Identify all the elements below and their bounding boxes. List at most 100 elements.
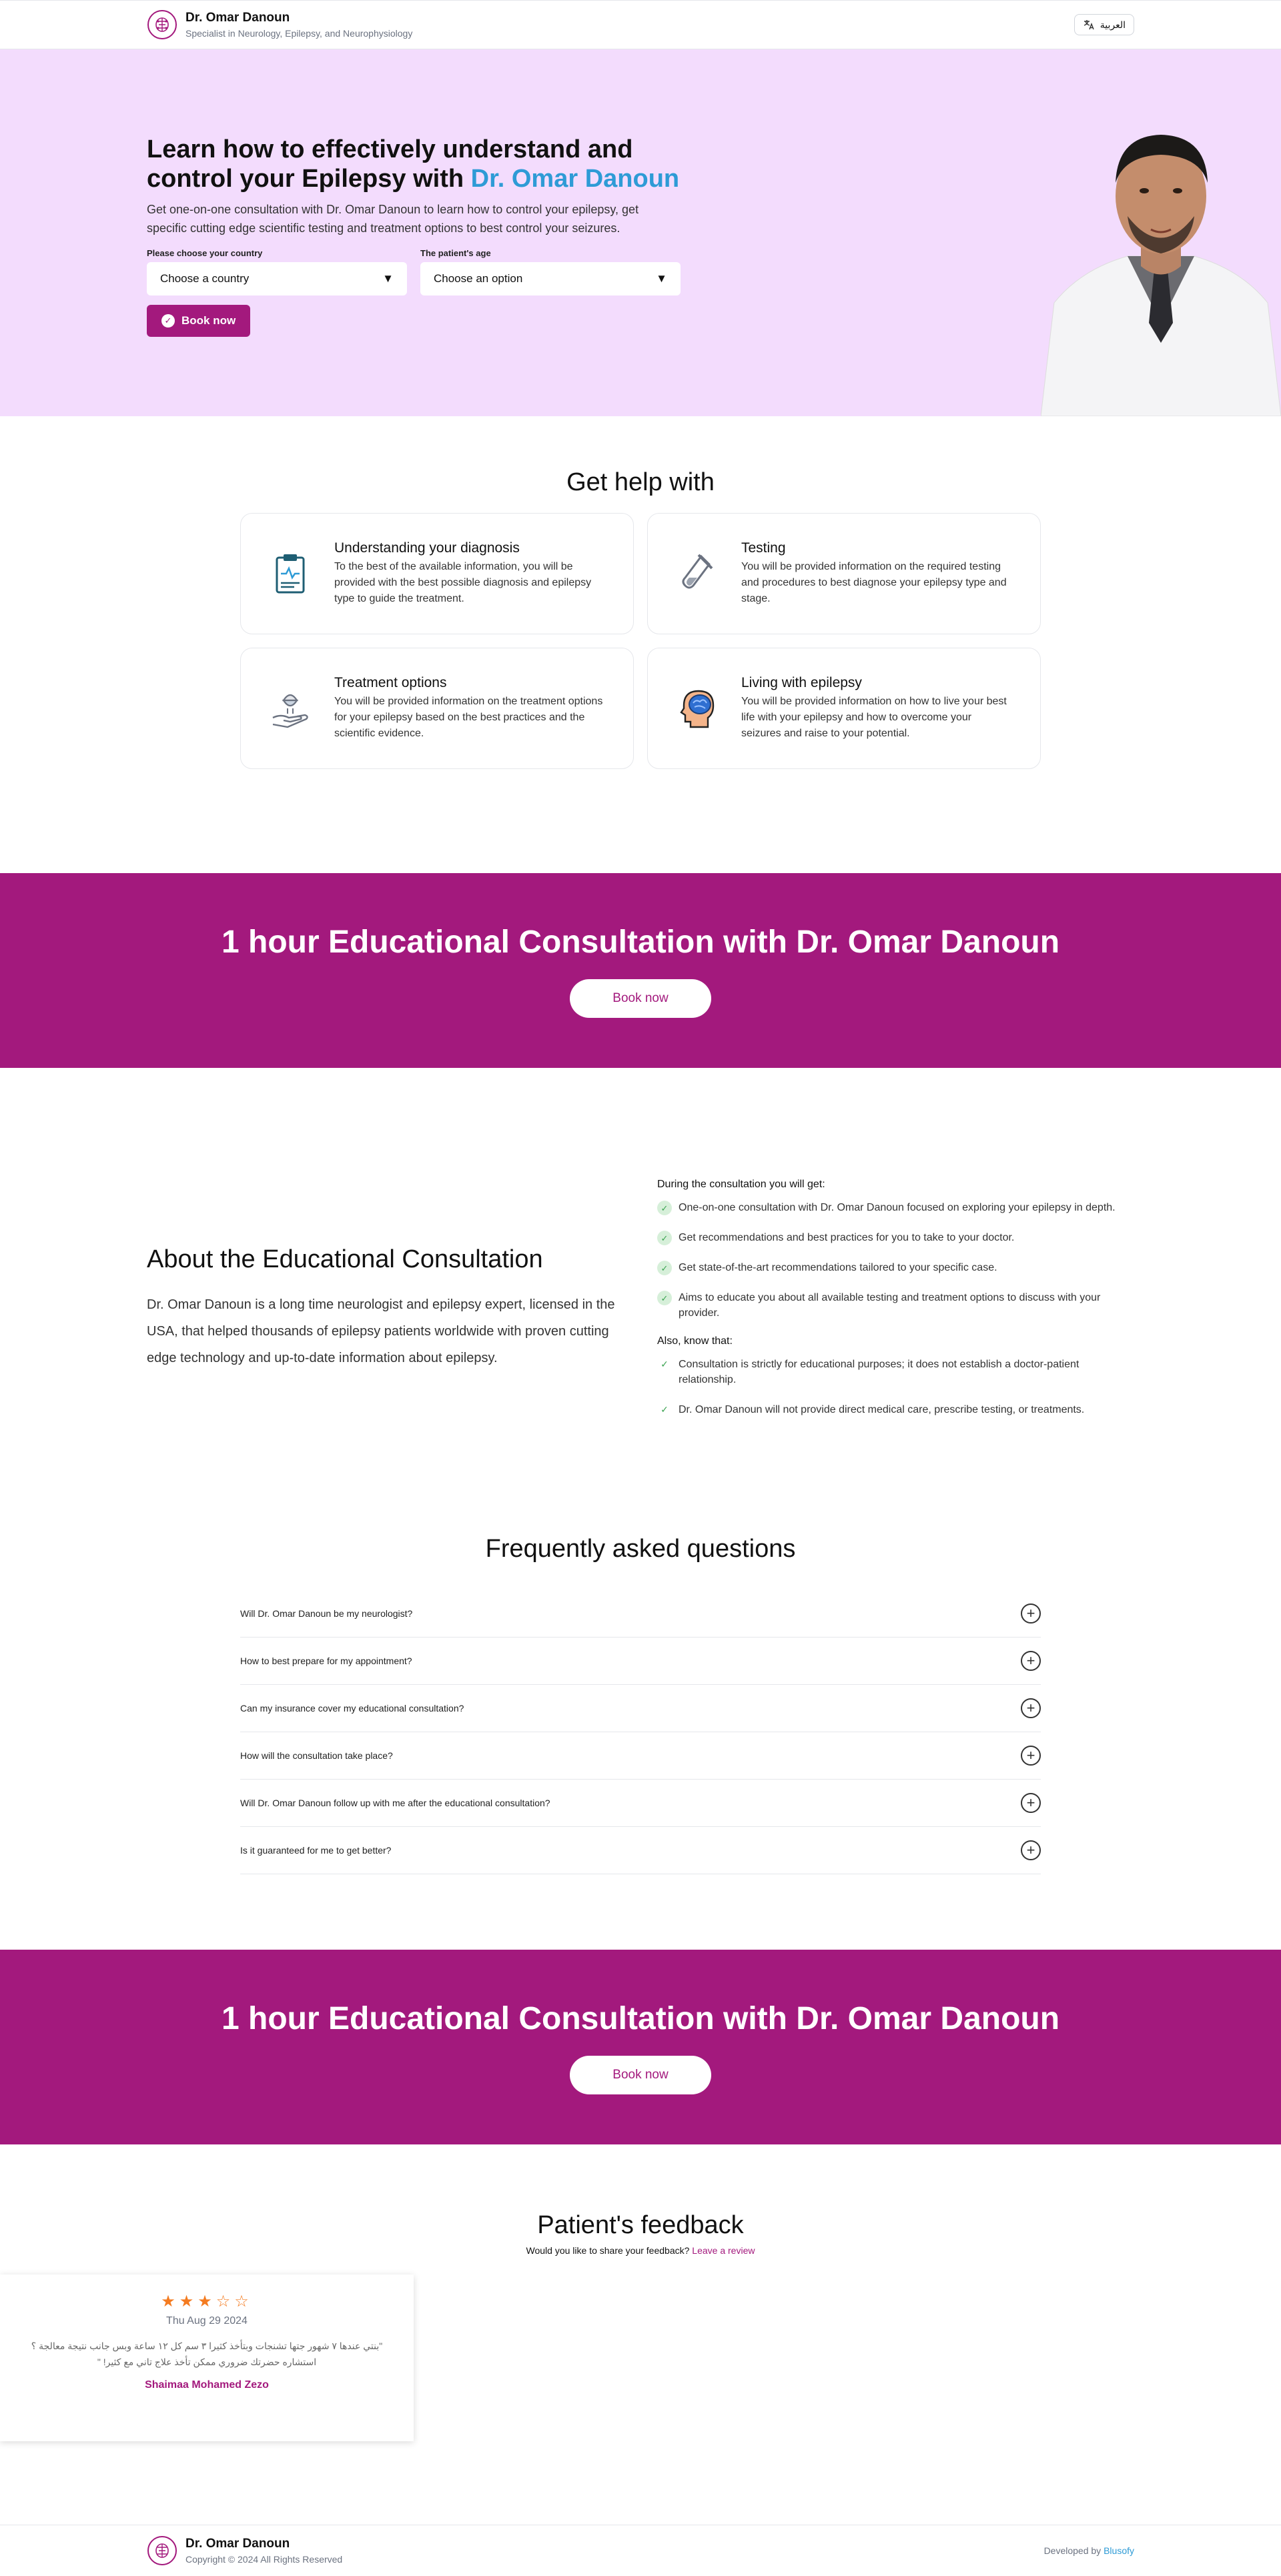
plus-circle-icon[interactable]: +	[1021, 1698, 1041, 1718]
hero-section: Learn how to effectively understand and …	[0, 49, 1281, 416]
brand-subtitle: Specialist in Neurology, Epilepsy, and N…	[185, 28, 413, 39]
footer-brand-name: Dr. Omar Danoun	[185, 2537, 290, 2551]
check-badge-icon: ✓	[657, 1201, 672, 1215]
about-also-heading: Also, know that:	[657, 1335, 733, 1347]
help-card-text: You will be provided information on the …	[741, 561, 1007, 604]
about-get-item: ✓ Get recommendations and best practices …	[657, 1230, 1138, 1245]
plus-circle-icon[interactable]: +	[1021, 1651, 1041, 1671]
brand-name: Dr. Omar Danoun	[185, 11, 290, 25]
help-title: Get help with	[566, 468, 715, 496]
age-select[interactable]: Choose an option ▼	[420, 262, 681, 295]
star-empty-icon: ☆	[234, 2293, 253, 2311]
about-get-item: ✓ Get state-of-the-art recommendations ta…	[657, 1260, 1138, 1275]
faq-item[interactable]: How to best prepare for my appointment? +	[240, 1638, 1041, 1685]
chevron-down-icon: ▼	[382, 272, 394, 285]
country-field: Please choose your country Choose a coun…	[147, 248, 407, 295]
feedback-prompt: Would you like to share your feedback? L…	[0, 2245, 1281, 2256]
faq-item[interactable]: Can my insurance cover my educational co…	[240, 1685, 1041, 1732]
faq-question: Will Dr. Omar Danoun be my neurologist?	[240, 1608, 413, 1619]
chevron-down-icon: ▼	[656, 272, 667, 285]
faq-item[interactable]: Will Dr. Omar Danoun be my neurologist? +	[240, 1590, 1041, 1638]
plus-circle-icon[interactable]: +	[1021, 1603, 1041, 1624]
check-badge-icon: ✓	[657, 1261, 672, 1275]
cta-book-button[interactable]: Book now	[570, 979, 711, 1018]
help-card-text: You will be provided information on how …	[741, 696, 1007, 739]
about-get-item-text: Get state-of-the-art recommendations tai…	[679, 1262, 997, 1273]
faq-item[interactable]: Is it guaranteed for me to get better? +	[240, 1827, 1041, 1874]
site-header: Dr. Omar Danoun Specialist in Neurology,…	[0, 0, 1281, 49]
plus-circle-icon[interactable]: +	[1021, 1793, 1041, 1813]
cta-band-bottom: 1 hour Educational Consultation with Dr.…	[0, 1950, 1281, 2144]
age-label: The patient's age	[420, 248, 491, 258]
faq-question: How to best prepare for my appointment?	[240, 1656, 412, 1666]
help-card-title: Treatment options	[334, 675, 447, 690]
rating-stars: ★★★☆☆	[0, 2292, 414, 2311]
help-card-text: You will be provided information on the …	[334, 696, 603, 739]
help-card-title: Testing	[741, 540, 786, 556]
age-field: The patient's age Choose an option ▼	[420, 248, 681, 295]
developer-link[interactable]: Blusofy	[1104, 2545, 1134, 2556]
star-filled-icon: ★	[161, 2293, 179, 2311]
cta-title: 1 hour Educational Consultation with Dr.…	[221, 2000, 1060, 2036]
review-text: "بنتي عندها ٧ شهور جتها تشنجات وبتأخذ كث…	[31, 2341, 383, 2367]
help-card-title: Living with epilepsy	[741, 675, 862, 690]
review-date: Thu Aug 29 2024	[166, 2315, 248, 2327]
about-get-item: ✓ Aims to educate you about all available…	[657, 1290, 1138, 1321]
help-card-living: Living with epilepsy You will be provide…	[647, 648, 1041, 769]
leave-review-link[interactable]: Leave a review	[692, 2245, 755, 2256]
check-badge-icon: ✓	[657, 1291, 672, 1305]
faq-question: Is it guaranteed for me to get better?	[240, 1845, 392, 1856]
faq-item[interactable]: Will Dr. Omar Danoun follow up with me a…	[240, 1780, 1041, 1827]
about-text: Dr. Omar Danoun is a long time neurologi…	[147, 1297, 615, 1365]
check-icon: ✓	[661, 1404, 669, 1415]
hero-book-label: Book now	[181, 314, 236, 327]
country-select[interactable]: Choose a country ▼	[147, 262, 407, 295]
plus-circle-icon[interactable]: +	[1021, 1746, 1041, 1766]
help-section: Get help with Understanding your diagnos…	[0, 416, 1281, 873]
help-card-title: Understanding your diagnosis	[334, 540, 520, 556]
about-also-item-text: Dr. Omar Danoun will not provide direct …	[679, 1404, 1085, 1415]
about-also-item: ✓ Dr. Omar Danoun will not provide direct…	[657, 1402, 1138, 1417]
star-filled-icon: ★	[197, 2293, 216, 2311]
hero-book-button[interactable]: ✓ Book now	[147, 305, 251, 337]
review-card: ★★★☆☆ Thu Aug 29 2024 "بنتي عندها ٧ شهور…	[0, 2275, 414, 2441]
developer-prefix: Developed by	[1043, 2545, 1102, 2556]
cta-book-button[interactable]: Book now	[570, 2055, 711, 2094]
brain-head-icon	[680, 690, 715, 728]
check-circle-icon: ✓	[161, 314, 175, 328]
faq-question: How will the consultation take place?	[240, 1750, 393, 1761]
hero-title-accent: Dr. Omar Danoun	[470, 165, 680, 193]
footer-copyright: Copyright © 2024 All Rights Reserved	[185, 2554, 343, 2565]
about-get-item-text: Get recommendations and best practices f…	[679, 1232, 1015, 1243]
feedback-title: Patient's feedback	[537, 2211, 744, 2239]
about-title: About the Educational Consultation	[147, 1245, 543, 1273]
about-also-item: ✓ Consultation is strictly for educationa…	[657, 1357, 1138, 1387]
age-select-value: Choose an option	[434, 272, 523, 285]
faq-section: Frequently asked questions Will Dr. Omar…	[0, 1521, 1281, 1950]
translate-icon	[1084, 20, 1094, 30]
star-empty-icon: ☆	[216, 2293, 235, 2311]
faq-title: Frequently asked questions	[485, 1535, 796, 1563]
about-get-item-text: Aims to educate you about all available …	[679, 1292, 1101, 1319]
check-icon: ✓	[661, 1359, 669, 1369]
about-also-item-text: Consultation is strictly for educational…	[679, 1359, 1080, 1385]
about-section: About the Educational Consultation Dr. O…	[0, 1068, 1281, 1521]
hero-lead: Get one-on-one consultation with Dr. Oma…	[147, 203, 639, 235]
faq-item[interactable]: How will the consultation take place? +	[240, 1732, 1041, 1780]
language-switch-button[interactable]: العربية	[1074, 14, 1134, 35]
country-label: Please choose your country	[147, 248, 263, 258]
about-get-heading: During the consultation you will get:	[657, 1179, 825, 1190]
faq-question: Can my insurance cover my educational co…	[240, 1703, 464, 1714]
hero-title: Learn how to effectively understand and …	[147, 135, 694, 193]
help-card-diagnosis: Understanding your diagnosis To the best…	[240, 513, 634, 634]
about-get-item-text: One-on-one consultation with Dr. Omar Da…	[679, 1202, 1116, 1213]
plus-circle-icon[interactable]: +	[1021, 1840, 1041, 1860]
footer-brand[interactable]: Dr. Omar Danoun Copyright © 2024 All Rig…	[147, 2535, 342, 2566]
help-card-text: To the best of the available information…	[334, 561, 592, 604]
check-badge-icon: ✓	[657, 1231, 672, 1245]
review-author: Shaimaa Mohamed Zezo	[145, 2379, 269, 2391]
test-tube-icon	[682, 554, 713, 589]
help-card-treatment: Treatment options You will be provided i…	[240, 648, 634, 769]
brand[interactable]: Dr. Omar Danoun Specialist in Neurology,…	[147, 9, 412, 40]
brain-logo-icon	[147, 2536, 177, 2565]
